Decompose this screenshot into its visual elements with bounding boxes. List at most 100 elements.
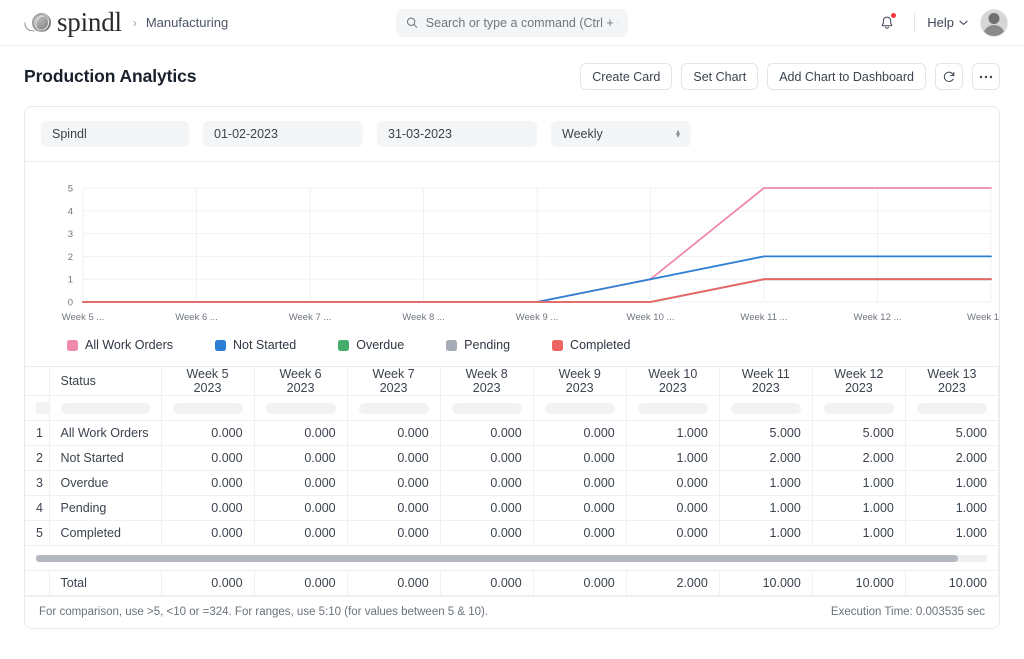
value-cell[interactable]: 0.000 xyxy=(161,446,254,471)
value-cell[interactable]: 2.000 xyxy=(719,446,812,471)
value-cell[interactable]: 0.000 xyxy=(626,471,719,496)
table-row[interactable]: 2Not Started0.0000.0000.0000.0000.0001.0… xyxy=(25,446,999,471)
value-cell[interactable]: 0.000 xyxy=(533,521,626,546)
value-cell[interactable]: 0.000 xyxy=(347,521,440,546)
value-cell[interactable]: 0.000 xyxy=(254,496,347,521)
help-menu-button[interactable]: Help xyxy=(927,15,968,30)
value-cell[interactable]: 0.000 xyxy=(254,421,347,446)
search-input[interactable] xyxy=(426,16,618,30)
column-filter-input[interactable] xyxy=(61,403,150,414)
value-cell[interactable]: 2.000 xyxy=(812,446,905,471)
value-cell[interactable]: 0.000 xyxy=(440,446,533,471)
horizontal-scrollbar-track[interactable] xyxy=(36,555,987,562)
week-column-header[interactable]: Week 6 2023 xyxy=(254,367,347,396)
status-cell[interactable]: All Work Orders xyxy=(49,421,161,446)
column-filter-input[interactable] xyxy=(917,403,987,414)
value-cell[interactable]: 1.000 xyxy=(626,446,719,471)
value-cell[interactable]: 0.000 xyxy=(347,421,440,446)
legend-item-not-started[interactable]: Not Started xyxy=(215,338,296,352)
value-cell[interactable]: 0.000 xyxy=(626,521,719,546)
filter-cell[interactable] xyxy=(347,396,440,421)
value-cell[interactable]: 5.000 xyxy=(905,421,998,446)
column-filter-input[interactable] xyxy=(824,403,894,414)
notifications-button[interactable] xyxy=(872,8,902,38)
value-cell[interactable]: 0.000 xyxy=(254,446,347,471)
value-cell[interactable]: 0.000 xyxy=(533,471,626,496)
table-row[interactable]: 3Overdue0.0000.0000.0000.0000.0000.0001.… xyxy=(25,471,999,496)
filter-cell[interactable] xyxy=(254,396,347,421)
column-filter-input[interactable] xyxy=(731,403,801,414)
create-card-button[interactable]: Create Card xyxy=(580,63,672,90)
week-column-header[interactable]: Week 7 2023 xyxy=(347,367,440,396)
value-cell[interactable]: 0.000 xyxy=(626,496,719,521)
filter-toggle-cell[interactable] xyxy=(36,402,50,414)
table-row[interactable]: 5Completed0.0000.0000.0000.0000.0000.000… xyxy=(25,521,999,546)
week-column-header[interactable]: Week 10 2023 xyxy=(626,367,719,396)
value-cell[interactable]: 1.000 xyxy=(719,521,812,546)
set-chart-button[interactable]: Set Chart xyxy=(681,63,758,90)
value-cell[interactable]: 1.000 xyxy=(626,421,719,446)
status-cell[interactable]: Completed xyxy=(49,521,161,546)
week-column-header[interactable]: Week 9 2023 xyxy=(533,367,626,396)
horizontal-scrollbar-thumb[interactable] xyxy=(36,555,958,562)
range-select[interactable]: Weekly ▴▾ xyxy=(551,121,691,147)
value-cell[interactable]: 1.000 xyxy=(812,471,905,496)
value-cell[interactable]: 0.000 xyxy=(533,446,626,471)
filter-cell[interactable] xyxy=(812,396,905,421)
value-cell[interactable]: 2.000 xyxy=(905,446,998,471)
value-cell[interactable]: 0.000 xyxy=(440,421,533,446)
column-filter-input[interactable] xyxy=(266,403,336,414)
from-date-filter-input[interactable]: 01-02-2023 xyxy=(203,121,363,147)
value-cell[interactable]: 1.000 xyxy=(812,496,905,521)
user-avatar[interactable] xyxy=(980,9,1008,37)
value-cell[interactable]: 0.000 xyxy=(347,446,440,471)
filter-cell[interactable] xyxy=(719,396,812,421)
legend-item-completed[interactable]: Completed xyxy=(552,338,630,352)
column-filter-input[interactable] xyxy=(545,403,615,414)
value-cell[interactable]: 0.000 xyxy=(440,471,533,496)
to-date-filter-input[interactable]: 31-03-2023 xyxy=(377,121,537,147)
filter-cell[interactable] xyxy=(905,396,998,421)
value-cell[interactable]: 0.000 xyxy=(440,521,533,546)
value-cell[interactable]: 1.000 xyxy=(719,496,812,521)
week-column-header[interactable]: Week 11 2023 xyxy=(719,367,812,396)
filter-cell[interactable] xyxy=(49,396,161,421)
legend-item-pending[interactable]: Pending xyxy=(446,338,510,352)
status-column-header[interactable]: Status xyxy=(49,367,161,396)
add-chart-to-dashboard-button[interactable]: Add Chart to Dashboard xyxy=(767,63,926,90)
filter-cell[interactable] xyxy=(161,396,254,421)
filter-cell[interactable] xyxy=(533,396,626,421)
value-cell[interactable]: 0.000 xyxy=(440,496,533,521)
value-cell[interactable]: 0.000 xyxy=(161,421,254,446)
value-cell[interactable]: 0.000 xyxy=(533,421,626,446)
status-cell[interactable]: Overdue xyxy=(49,471,161,496)
more-options-button[interactable] xyxy=(972,63,1000,90)
week-column-header[interactable]: Week 8 2023 xyxy=(440,367,533,396)
legend-item-overdue[interactable]: Overdue xyxy=(338,338,404,352)
column-filter-input[interactable] xyxy=(638,403,708,414)
value-cell[interactable]: 5.000 xyxy=(812,421,905,446)
filter-cell[interactable] xyxy=(626,396,719,421)
breadcrumb-manufacturing[interactable]: Manufacturing xyxy=(146,15,228,30)
value-cell[interactable]: 1.000 xyxy=(905,521,998,546)
value-cell[interactable]: 0.000 xyxy=(254,471,347,496)
legend-item-all-work-orders[interactable]: All Work Orders xyxy=(67,338,173,352)
value-cell[interactable]: 0.000 xyxy=(254,521,347,546)
week-column-header[interactable]: Week 12 2023 xyxy=(812,367,905,396)
value-cell[interactable]: 1.000 xyxy=(812,521,905,546)
value-cell[interactable]: 0.000 xyxy=(161,496,254,521)
value-cell[interactable]: 0.000 xyxy=(347,496,440,521)
value-cell[interactable]: 1.000 xyxy=(719,471,812,496)
brand-logo[interactable]: spindl xyxy=(24,9,122,36)
status-cell[interactable]: Pending xyxy=(49,496,161,521)
status-cell[interactable]: Not Started xyxy=(49,446,161,471)
value-cell[interactable]: 1.000 xyxy=(905,496,998,521)
value-cell[interactable]: 0.000 xyxy=(533,496,626,521)
filter-cell[interactable] xyxy=(440,396,533,421)
week-column-header[interactable]: Week 5 2023 xyxy=(161,367,254,396)
week-column-header[interactable]: Week 13 2023 xyxy=(905,367,998,396)
table-row[interactable]: 4Pending0.0000.0000.0000.0000.0000.0001.… xyxy=(25,496,999,521)
value-cell[interactable]: 5.000 xyxy=(719,421,812,446)
column-filter-input[interactable] xyxy=(452,403,522,414)
value-cell[interactable]: 0.000 xyxy=(347,471,440,496)
